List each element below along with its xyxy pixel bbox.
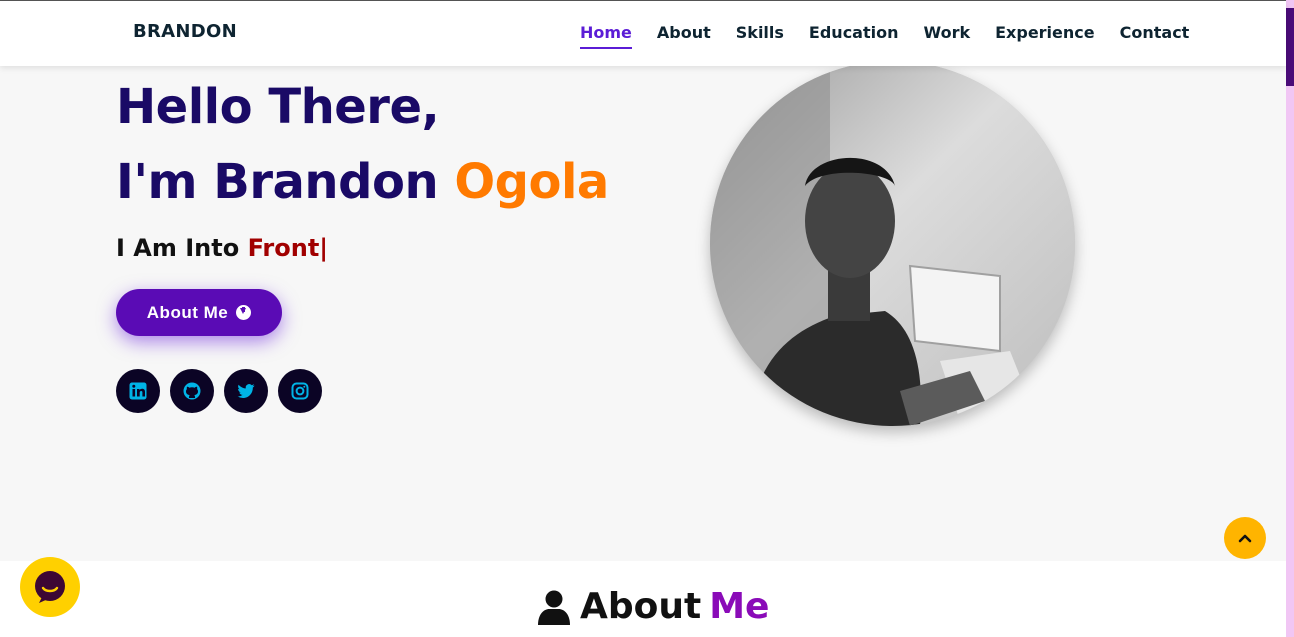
nav-skills[interactable]: Skills <box>736 23 784 49</box>
nav-experience[interactable]: Experience <box>995 23 1095 49</box>
instagram-icon <box>291 382 309 400</box>
github-link[interactable] <box>170 369 214 413</box>
typing-value: Front| <box>247 234 329 262</box>
scrollbar-thumb[interactable] <box>1286 8 1294 86</box>
chat-widget-button[interactable] <box>20 557 80 617</box>
hero-section: Hello There, I'm Brandon Ogola I Am Into… <box>0 61 1286 561</box>
nav-education[interactable]: Education <box>809 23 899 49</box>
arrow-circle-down-icon <box>236 305 252 320</box>
profile-photo <box>710 61 1075 426</box>
github-icon <box>183 382 201 400</box>
user-icon <box>538 590 570 625</box>
nav-about[interactable]: About <box>657 23 711 49</box>
about-me-button[interactable]: About Me <box>116 289 282 336</box>
hero-typing-line: I Am Into Front| <box>116 234 328 262</box>
hero-greeting: Hello There, <box>116 79 440 135</box>
navbar: BRANDON Home About Skills Education Work… <box>0 1 1286 66</box>
hero-name: I'm Brandon Ogola <box>116 154 609 210</box>
instagram-link[interactable] <box>278 369 322 413</box>
main-nav: Home About Skills Education Work Experie… <box>580 23 1189 49</box>
scroll-to-top-button[interactable] <box>1224 517 1266 559</box>
about-title-prefix: About <box>580 586 702 627</box>
nav-work[interactable]: Work <box>924 23 971 49</box>
hero-name-prefix: I'm Brandon <box>116 154 455 210</box>
about-section-heading: About Me <box>536 586 769 627</box>
twitter-link[interactable] <box>224 369 268 413</box>
linkedin-icon <box>129 382 147 400</box>
brand-logo[interactable]: BRANDON <box>133 21 237 42</box>
scrollbar-track[interactable] <box>1286 0 1294 637</box>
about-me-label: About Me <box>146 302 229 322</box>
nav-contact[interactable]: Contact <box>1120 23 1190 49</box>
about-title-accent: Me <box>709 586 770 627</box>
nav-home[interactable]: Home <box>580 23 632 49</box>
profile-photo-image <box>710 61 1075 426</box>
twitter-icon <box>237 384 255 398</box>
chat-bubble-icon <box>35 571 65 603</box>
social-links <box>116 369 322 413</box>
typing-prefix: I Am Into <box>116 234 248 262</box>
linkedin-link[interactable] <box>116 369 160 413</box>
chevron-up-icon <box>1238 534 1252 543</box>
hero-name-accent: Ogola <box>454 154 609 210</box>
